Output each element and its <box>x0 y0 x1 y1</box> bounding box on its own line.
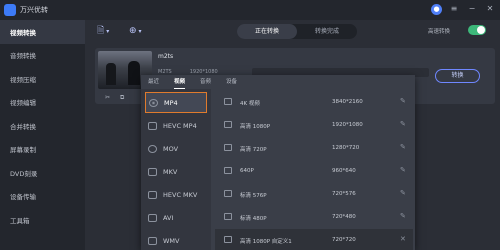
sidebar-item-dvd-burn[interactable]: DVD刻录 <box>0 161 85 185</box>
format-icon: ◉ <box>149 98 158 107</box>
sidebar-item-audio-convert[interactable]: 音频转换 <box>0 44 85 68</box>
card-actions: ✂ ⧉ <box>105 94 124 102</box>
tab-device[interactable]: 设备 <box>226 75 237 89</box>
user-icon[interactable]: ● <box>431 3 442 15</box>
file-name: m2ts <box>158 53 174 60</box>
video-icon <box>224 213 232 220</box>
format-icon <box>148 167 157 176</box>
edit-icon[interactable]: ✎ <box>400 189 406 197</box>
window-controls: ● ≡ − ✕ <box>431 3 496 15</box>
resolution-item[interactable]: 640P 960*640 ✎ <box>215 160 413 182</box>
high-speed-label: 高速转换 <box>428 29 451 35</box>
resolution-item[interactable]: 标清 480P 720*480 ✎ <box>215 206 413 228</box>
add-from-device-button[interactable]: ⊕ ▾ <box>129 24 142 38</box>
format-icon <box>148 121 157 130</box>
format-item-hevc-mkv[interactable]: HEVC MKV <box>145 184 207 205</box>
app-title: 万兴优转 <box>20 6 48 14</box>
format-category-tabs: 最近 视频 音频 设备 <box>141 75 415 89</box>
format-item-mp4[interactable]: ◉ MP4 <box>145 92 207 113</box>
convert-status-tabs: 正在转换 转换完成 <box>237 24 357 39</box>
format-icon <box>148 144 157 153</box>
format-dropdown: 最近 视频 音频 设备 ◉ MP4 HEVC MP4 MOV MKV HEVC … <box>141 75 415 250</box>
toolbar: 🗎 ▾ ⊕ ▾ 正在转换 转换完成 高速转换 <box>85 20 500 44</box>
resolution-item[interactable]: 4K 视频 3840*2160 ✎ <box>215 91 413 113</box>
format-list: ◉ MP4 HEVC MP4 MOV MKV HEVC MKV AVI WMV <box>141 89 211 250</box>
menu-icon[interactable]: ≡ <box>448 3 460 15</box>
add-device-icon: ⊕ <box>129 26 137 36</box>
convert-button[interactable]: 转换 <box>435 69 480 83</box>
app-window: 万兴优转 ● ≡ − ✕ 视频转换 音频转换 视频压缩 视频编辑 合并转换 屏幕… <box>0 0 500 250</box>
sidebar: 视频转换 音频转换 视频压缩 视频编辑 合并转换 屏幕录制 DVD刻录 设备传输… <box>0 20 85 250</box>
delete-icon[interactable]: ✕ <box>400 235 406 243</box>
sidebar-item-merge[interactable]: 合并转换 <box>0 114 85 138</box>
format-icon <box>148 213 157 222</box>
chevron-down-icon: ▾ <box>138 27 142 35</box>
format-item-avi[interactable]: AVI <box>145 207 207 228</box>
format-icon <box>148 236 157 245</box>
cut-icon[interactable]: ✂ <box>105 94 110 102</box>
chevron-down-icon: ▾ <box>106 27 110 35</box>
video-icon <box>224 236 232 243</box>
format-icon <box>148 190 157 199</box>
video-icon <box>224 144 232 151</box>
video-icon <box>224 98 232 105</box>
tab-completed[interactable]: 转换完成 <box>297 24 357 39</box>
edit-icon[interactable]: ✎ <box>400 120 406 128</box>
sidebar-item-device-transfer[interactable]: 设备传输 <box>0 185 85 209</box>
sidebar-item-video-compress[interactable]: 视频压缩 <box>0 67 85 91</box>
format-item-wmv[interactable]: WMV <box>145 230 207 250</box>
sidebar-item-video-edit[interactable]: 视频编辑 <box>0 91 85 115</box>
title-bar: 万兴优转 ● ≡ − ✕ <box>0 0 500 20</box>
tab-recent[interactable]: 最近 <box>148 75 159 89</box>
resolution-item[interactable]: 高清 1080P 1920*1080 ✎ <box>215 114 413 136</box>
resolution-item[interactable]: 标清 576P 720*576 ✎ <box>215 183 413 205</box>
sidebar-item-toolbox[interactable]: 工具箱 <box>0 208 85 232</box>
edit-icon[interactable]: ✎ <box>400 143 406 151</box>
app-logo-icon <box>4 4 16 16</box>
video-icon <box>224 167 232 174</box>
edit-icon[interactable]: ✎ <box>400 212 406 220</box>
format-item-mkv[interactable]: MKV <box>145 161 207 182</box>
add-file-icon: 🗎 <box>97 26 105 36</box>
tab-audio[interactable]: 音频 <box>200 75 211 89</box>
resolution-list: 4K 视频 3840*2160 ✎ 高清 1080P 1920*1080 ✎ 高… <box>215 89 415 250</box>
sidebar-item-screen-record[interactable]: 屏幕录制 <box>0 138 85 162</box>
resolution-item-custom[interactable]: 高清 1080P 自定义1 720*720 ✕ <box>215 229 413 250</box>
video-icon <box>224 121 232 128</box>
high-speed-toggle[interactable] <box>468 25 486 35</box>
tab-video[interactable]: 视频 <box>174 75 186 89</box>
format-item-hevc-mp4[interactable]: HEVC MP4 <box>145 115 207 136</box>
close-icon[interactable]: ✕ <box>484 3 496 15</box>
format-item-mov[interactable]: MOV <box>145 138 207 159</box>
resolution-item[interactable]: 高清 720P 1280*720 ✎ <box>215 137 413 159</box>
video-icon <box>224 190 232 197</box>
edit-icon[interactable]: ✎ <box>400 97 406 105</box>
tab-converting[interactable]: 正在转换 <box>237 24 297 39</box>
minimize-icon[interactable]: − <box>466 3 478 15</box>
crop-icon[interactable]: ⧉ <box>120 94 124 102</box>
sidebar-item-video-convert[interactable]: 视频转换 <box>0 20 85 44</box>
edit-icon[interactable]: ✎ <box>400 166 406 174</box>
add-file-button[interactable]: 🗎 ▾ <box>97 24 109 38</box>
